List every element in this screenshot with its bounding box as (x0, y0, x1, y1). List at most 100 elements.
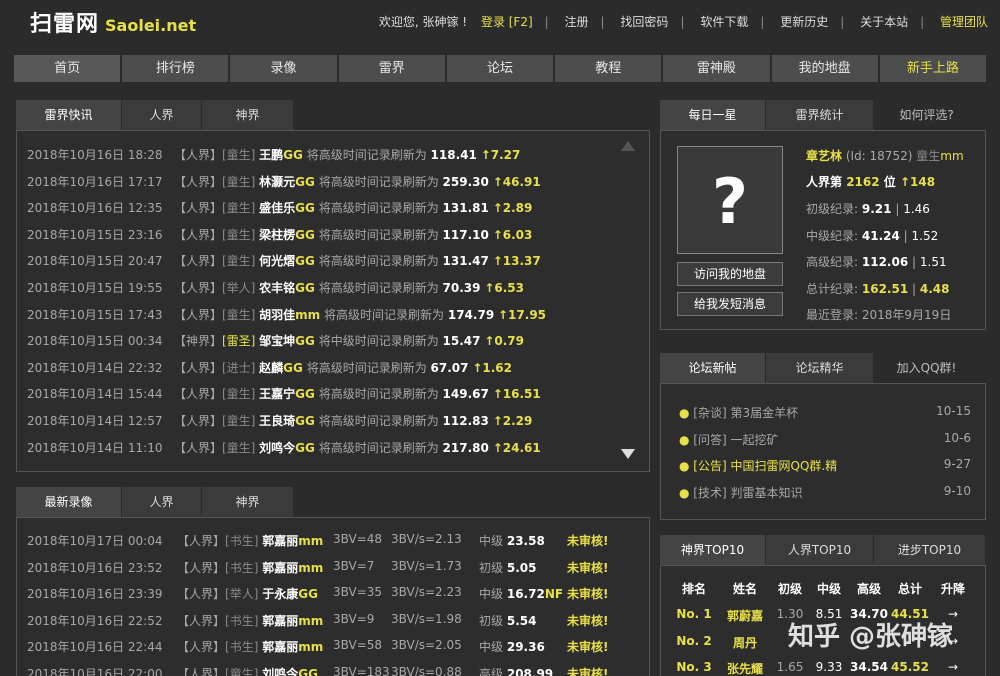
intermediate-record-line: 中级纪录: 41.24 | 1.52 (806, 229, 939, 243)
news-player-name[interactable]: 何光熠 (259, 254, 295, 268)
tab-progress-top10[interactable]: 进步TOP10 (874, 535, 986, 565)
news-item: 2018年10月14日 12:57 【人界】[童生] 王良琦GG 将高级时间记录… (27, 412, 532, 429)
star-name[interactable]: 章艺林 (806, 149, 842, 163)
video-player-title: [书生] (225, 560, 259, 575)
forum-post[interactable]: ● [杂谈] 第3届金羊杯 10-15 (679, 404, 971, 421)
nav-tutorial[interactable]: 教程 (555, 55, 662, 82)
video-player-name[interactable]: 郭嘉丽 (262, 561, 298, 575)
nav-home[interactable]: 首页 (14, 55, 121, 82)
top10-name[interactable]: 郭蔚嘉 (719, 607, 771, 624)
forum-post[interactable]: ● [公告] 中国扫雷网QQ群.精 9-27 (679, 457, 971, 474)
news-value: 70.39 (442, 281, 481, 295)
news-player-gender: GG (295, 227, 315, 242)
forum-panel: ● [杂谈] 第3届金羊杯 10-15 ● [问答] 一起挖矿 10-6 ● [公告] … (660, 383, 986, 520)
video-player-name[interactable]: 郭嘉丽 (262, 534, 298, 548)
video-time: 2018年10月16日 23:39 (27, 587, 163, 602)
news-player-name[interactable]: 邹宝坤 (259, 334, 295, 348)
top10-name[interactable]: 张先耀 (719, 660, 771, 676)
intermediate-label: 中级纪录: (806, 229, 859, 243)
avatar: ? (677, 146, 783, 254)
news-player-name[interactable]: 胡羽佳 (259, 308, 295, 322)
nav-forum[interactable]: 论坛 (446, 55, 554, 82)
top10-header: 姓名 (732, 582, 757, 596)
news-player-name[interactable]: 梁柱楞 (259, 228, 295, 242)
news-player-name[interactable]: 盛佳乐 (259, 201, 295, 215)
video-player-name[interactable]: 郭嘉丽 (262, 614, 298, 628)
top10-header: 排名 (681, 582, 706, 596)
news-player-gender: GG (283, 360, 303, 375)
video-player-name[interactable]: 刘鸣今 (262, 667, 298, 676)
rank-unit: 位 (883, 175, 896, 189)
tab-forum-featured[interactable]: 论坛精华 (766, 353, 874, 383)
nav-rankings[interactable]: 排行榜 (122, 55, 229, 82)
tab-human-top10[interactable]: 人界TOP10 (766, 535, 874, 565)
beginner-label: 初级纪录: (806, 202, 859, 216)
scroll-up-icon[interactable] (621, 141, 635, 151)
nav-my-space[interactable]: 我的地盘 (771, 55, 878, 82)
news-text: 将高级时间记录刷新为 (318, 201, 439, 216)
tab-forum-new[interactable]: 论坛新帖 (660, 353, 766, 383)
video-score: 23.58 (506, 534, 545, 548)
nav-mine-world[interactable]: 雷界 (338, 55, 445, 82)
tab-videos-human[interactable]: 人界 (122, 487, 202, 517)
recover-password-link[interactable]: 找回密码 (620, 15, 668, 29)
tab-news-human[interactable]: 人界 (122, 100, 202, 130)
news-player-name[interactable]: 林灏元 (259, 175, 295, 189)
tab-god-top10[interactable]: 神界TOP10 (660, 535, 766, 565)
tab-join-qq[interactable]: 加入QQ群! (874, 353, 980, 383)
top10-header: 高级 (856, 582, 881, 596)
nav-hall-of-fame[interactable]: 雷神殿 (663, 55, 770, 82)
forum-post-title[interactable]: 一起挖矿 (731, 433, 779, 447)
login-link[interactable]: 登录 [F2] (481, 15, 533, 29)
forum-post[interactable]: ● [问答] 一起挖矿 10-6 (679, 431, 971, 448)
video-player-name[interactable]: 于永康 (262, 587, 298, 601)
forum-post-title[interactable]: 判雷基本知识 (731, 486, 803, 500)
expert-3bvs: 1.51 (919, 255, 947, 269)
news-player-name[interactable]: 王嘉宁 (259, 387, 295, 401)
about-link[interactable]: 关于本站 (860, 15, 908, 29)
news-player-gender: GG (295, 440, 315, 455)
site-logo[interactable]: 扫雷网 Saolei.net (30, 6, 196, 38)
tab-news-god[interactable]: 神界 (202, 100, 294, 130)
register-link[interactable]: 注册 (565, 15, 589, 29)
tab-videos-god[interactable]: 神界 (202, 487, 294, 517)
logo-text: 扫雷网 (30, 12, 100, 37)
update-history-link[interactable]: 更新历史 (780, 15, 828, 29)
software-download-link[interactable]: 软件下载 (700, 15, 748, 29)
tab-latest-videos[interactable]: 最新录像 (16, 487, 122, 517)
video-player-title: [童生] (225, 667, 259, 676)
nav-beginner-guide[interactable]: 新手上路 (879, 55, 986, 82)
send-message-button[interactable]: 给我发短消息 (677, 292, 783, 316)
top10-header: 总计 (897, 582, 922, 596)
news-player-title: [童生] (221, 174, 256, 189)
tab-daily-star[interactable]: 每日一星 (660, 100, 766, 130)
tab-how-selected[interactable]: 如何评选? (874, 100, 980, 130)
news-text: 将高级时间记录刷新为 (318, 174, 439, 189)
forum-post-title[interactable]: 中国扫雷网QQ群.精 (731, 459, 838, 473)
total-time: 162.51 (861, 282, 909, 296)
top10-name[interactable]: 周丹 (719, 634, 771, 651)
admin-team-link[interactable]: 管理团队 (940, 15, 988, 29)
forum-post-tag: [公告] (693, 459, 727, 474)
news-player-name[interactable]: 农丰铭 (259, 281, 295, 295)
tab-news[interactable]: 雷界快讯 (16, 100, 122, 130)
video-player-name[interactable]: 郭嘉丽 (262, 640, 298, 654)
news-player-name[interactable]: 王鹏 (259, 148, 283, 162)
news-realm: 【人界】 (173, 201, 222, 216)
news-player-name[interactable]: 王良琦 (259, 414, 295, 428)
forum-post[interactable]: ● [技术] 判雷基本知识 9-10 (679, 484, 971, 501)
forum-post-title[interactable]: 第3届金羊杯 (731, 406, 799, 420)
news-item: 2018年10月15日 23:16 【人界】[童生] 梁柱楞GG 将高级时间记录… (27, 226, 532, 243)
news-value: 149.67 (442, 387, 489, 402)
main-nav: 首页 排行榜 录像 雷界 论坛 教程 雷神殿 我的地盘 新手上路 (14, 55, 986, 82)
forum-post-tag: [杂谈] (693, 406, 727, 420)
news-player-gender: GG (295, 174, 315, 189)
visit-space-button[interactable]: 访问我的地盘 (677, 262, 783, 286)
scroll-down-icon[interactable] (621, 449, 635, 459)
tab-statistics[interactable]: 雷界统计 (766, 100, 874, 130)
video-3bv: 3BV=183 (333, 665, 390, 676)
news-player-name[interactable]: 刘鸣今 (259, 441, 295, 455)
nav-videos[interactable]: 录像 (230, 55, 337, 82)
news-player-name[interactable]: 赵麟 (259, 361, 283, 375)
star-name-line: 章艺林 (Id: 18752) 童生mm (806, 147, 964, 164)
